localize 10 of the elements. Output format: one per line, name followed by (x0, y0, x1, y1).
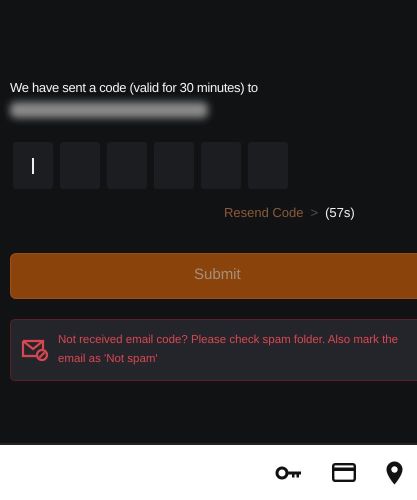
message-text: We have sent a code (valid for 30 minutes) to (10, 79, 259, 97)
chevron-icon: > (310, 203, 318, 222)
resend-code-link[interactable]: Resend Code (224, 203, 304, 222)
code-input-field[interactable] (13, 142, 53, 189)
location-pin-icon[interactable] (386, 460, 403, 484)
card-icon[interactable] (332, 463, 356, 482)
mail-alert-icon (21, 338, 49, 362)
notice-text: Not received email code? Please check spam folder. Also mark the email as 'Not spam' (58, 332, 400, 366)
countdown-text: (57s) (325, 204, 355, 222)
key-icon[interactable] (275, 466, 302, 480)
